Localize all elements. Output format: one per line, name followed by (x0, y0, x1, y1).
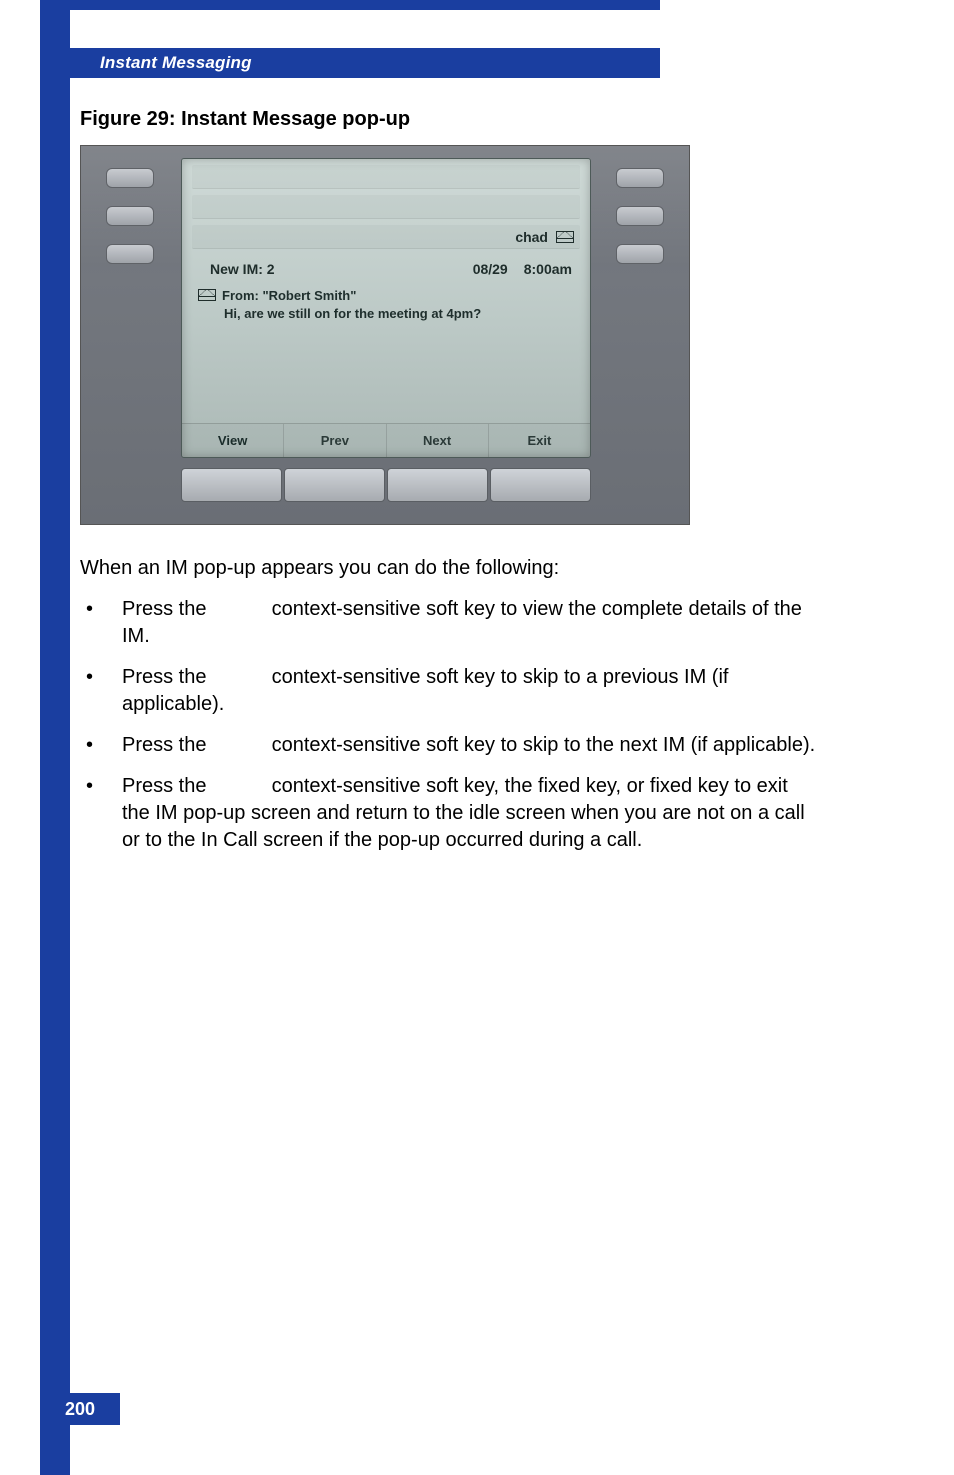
bullet-rest: context-sensitive soft key to view the c… (122, 598, 802, 647)
softkey-label-row: View Prev Next Exit (182, 423, 590, 457)
section-header: Instant Messaging (40, 48, 660, 78)
mail-icon (556, 231, 574, 243)
softkey-label-next: Next (387, 424, 489, 457)
physical-softkey-row (181, 468, 591, 502)
phone-lcd: chad New IM: 2 08/29 8:00am From: "Rober… (181, 158, 591, 458)
physical-softkey (490, 468, 591, 502)
hardkey-left-2 (106, 206, 154, 226)
list-item: Press the context-sensitive soft key to … (80, 664, 820, 718)
lcd-message-text: Hi, are we still on for the meeting at 4… (198, 305, 572, 323)
softkey-label-prev: Prev (284, 424, 386, 457)
page-number-value: 200 (65, 1399, 95, 1420)
bullet-rest: context-sensitive soft key to skip to a … (122, 666, 728, 715)
lcd-status-row (192, 195, 580, 219)
hardkey-right-2 (616, 206, 664, 226)
figure-caption: Figure 29: Instant Message pop-up (80, 108, 870, 131)
list-item: Press the context-sensitive soft key to … (80, 732, 820, 759)
lcd-message-body: From: "Robert Smith" Hi, are we still on… (182, 277, 590, 322)
softkey-label-view: View (182, 424, 284, 457)
lcd-date: 08/29 (473, 261, 508, 277)
lcd-from-label: From: "Robert Smith" (222, 287, 356, 305)
list-item: Press the context-sensitive soft key, th… (80, 773, 820, 854)
bullet-prefix: Press the (122, 666, 212, 688)
physical-softkey (181, 468, 282, 502)
figure-phone: chad New IM: 2 08/29 8:00am From: "Rober… (80, 145, 690, 525)
hardkey-left-3 (106, 244, 154, 264)
lcd-status-rows: chad (182, 159, 590, 249)
top-accent-bar (40, 0, 660, 10)
page-number: 200 (40, 1393, 120, 1425)
softkey-label-exit: Exit (489, 424, 590, 457)
lcd-new-im-count: New IM: 2 (210, 261, 275, 277)
hardkey-right-3 (616, 244, 664, 264)
list-item: Press the context-sensitive soft key to … (80, 596, 820, 650)
lcd-user-row: chad (192, 225, 580, 249)
lcd-status-row (192, 165, 580, 189)
lcd-info-bar: New IM: 2 08/29 8:00am (182, 255, 590, 277)
left-margin-strip (40, 0, 70, 1475)
bullet-prefix: Press the (122, 734, 212, 756)
bullet-prefix: Press the (122, 598, 212, 620)
intro-paragraph: When an IM pop-up appears you can do the… (80, 555, 820, 582)
bullet-rest: context-sensitive soft key, the fixed ke… (122, 775, 805, 851)
lcd-user-name: chad (515, 229, 548, 245)
hardkey-right-1 (616, 168, 664, 188)
physical-softkey (387, 468, 488, 502)
mail-icon (198, 289, 216, 301)
hardkey-left-1 (106, 168, 154, 188)
section-title: Instant Messaging (100, 53, 252, 73)
instruction-list: Press the context-sensitive soft key to … (80, 596, 820, 854)
bullet-prefix: Press the (122, 775, 212, 797)
physical-softkey (284, 468, 385, 502)
lcd-time: 8:00am (524, 261, 572, 277)
bullet-rest: context-sensitive soft key to skip to th… (266, 734, 815, 756)
